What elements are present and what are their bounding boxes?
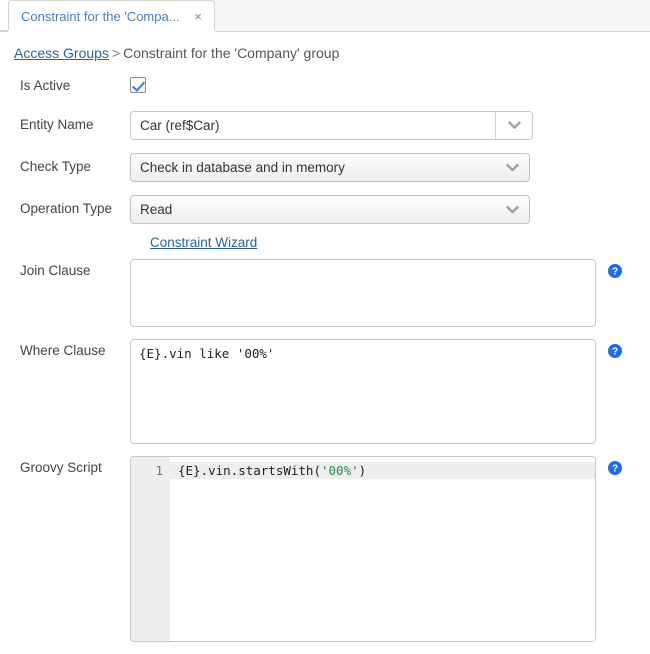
join-clause-textarea[interactable] [130,259,596,327]
row-check-type: Check Type Check in database and in memo… [0,153,650,182]
operation-type-field: Read [130,195,530,224]
join-clause-help-icon[interactable]: ? [608,264,622,278]
operation-type-chevron [506,205,519,214]
check-type-field: Check in database and in memory [130,153,530,182]
groovy-script-field: 1 {E}.vin.startsWith('00%') ? [130,456,596,642]
groovy-script-code-line: {E}.vin.startsWith('00%') [170,462,595,479]
operation-type-value: Read [140,202,172,217]
constraint-form: Is Active Entity Name Car (ref$Car) [0,71,650,642]
check-type-select[interactable]: Check in database and in memory [130,153,530,182]
breadcrumb-link-access-groups[interactable]: Access Groups [14,45,109,61]
breadcrumb-separator: > [109,45,123,61]
groovy-script-code-area[interactable]: {E}.vin.startsWith('00%') [170,457,595,641]
entity-name-field: Car (ref$Car) [130,111,533,140]
tab-constraint-for-company[interactable]: Constraint for the 'Compa... × [8,0,215,32]
svg-text:?: ? [612,464,618,475]
entity-name-label: Entity Name [0,111,130,133]
chevron-down-icon [508,121,521,130]
join-clause-field: ? [130,259,596,327]
code-prefix: {E}.vin.startsWith( [178,463,321,478]
entity-name-lookup[interactable]: Car (ref$Car) [130,111,533,140]
breadcrumb: Access Groups>Constraint for the 'Compan… [0,32,650,61]
where-clause-help-icon[interactable]: ? [608,344,622,358]
where-clause-field: {E}.vin like '00%' ? [130,339,596,444]
is-active-checkbox[interactable] [130,77,146,93]
help-circle-icon: ? [608,344,622,358]
row-entity-name: Entity Name Car (ref$Car) [0,111,650,140]
chevron-down-icon [506,205,519,214]
code-suffix: ) [359,463,367,478]
where-clause-textarea[interactable]: {E}.vin like '00%' [130,339,596,444]
check-type-chevron [506,163,519,172]
row-constraint-wizard: Constraint Wizard [0,235,650,250]
row-where-clause: Where Clause {E}.vin like '00%' ? [0,339,650,444]
join-clause-label: Join Clause [0,259,130,279]
entity-name-input[interactable]: Car (ref$Car) [131,112,495,139]
help-circle-icon: ? [608,264,622,278]
tab-strip-left-padding [0,0,8,31]
tab-strip: Constraint for the 'Compa... × [0,0,650,32]
is-active-field [130,77,146,96]
where-clause-label: Where Clause [0,339,130,359]
groovy-script-help-icon[interactable]: ? [608,461,622,475]
constraint-wizard-link[interactable]: Constraint Wizard [150,235,257,250]
row-groovy-script: Groovy Script 1 {E}.vin.startsWith('00%'… [0,456,650,642]
check-type-label: Check Type [0,153,130,175]
row-join-clause: Join Clause ? [0,259,650,327]
help-circle-icon: ? [608,461,622,475]
operation-type-label: Operation Type [0,195,130,217]
row-operation-type: Operation Type Read [0,195,650,224]
groovy-script-label: Groovy Script [0,456,130,476]
tab-active-underlay [8,30,215,32]
row-is-active: Is Active [0,71,650,101]
groovy-script-gutter: 1 [131,457,170,641]
code-string-literal: '00%' [321,463,359,478]
groovy-script-editor[interactable]: 1 {E}.vin.startsWith('00%') [130,456,596,642]
entity-name-dropdown-button[interactable] [495,112,532,139]
check-type-value: Check in database and in memory [140,160,345,175]
page-content: Access Groups>Constraint for the 'Compan… [0,32,650,642]
breadcrumb-current: Constraint for the 'Company' group [123,45,339,61]
chevron-down-icon [506,163,519,172]
close-icon[interactable]: × [190,8,206,25]
is-active-label: Is Active [0,78,130,94]
operation-type-select[interactable]: Read [130,195,530,224]
svg-text:?: ? [612,267,618,278]
line-number: 1 [155,463,163,478]
svg-text:?: ? [612,347,618,358]
tab-label: Constraint for the 'Compa... [21,9,184,24]
